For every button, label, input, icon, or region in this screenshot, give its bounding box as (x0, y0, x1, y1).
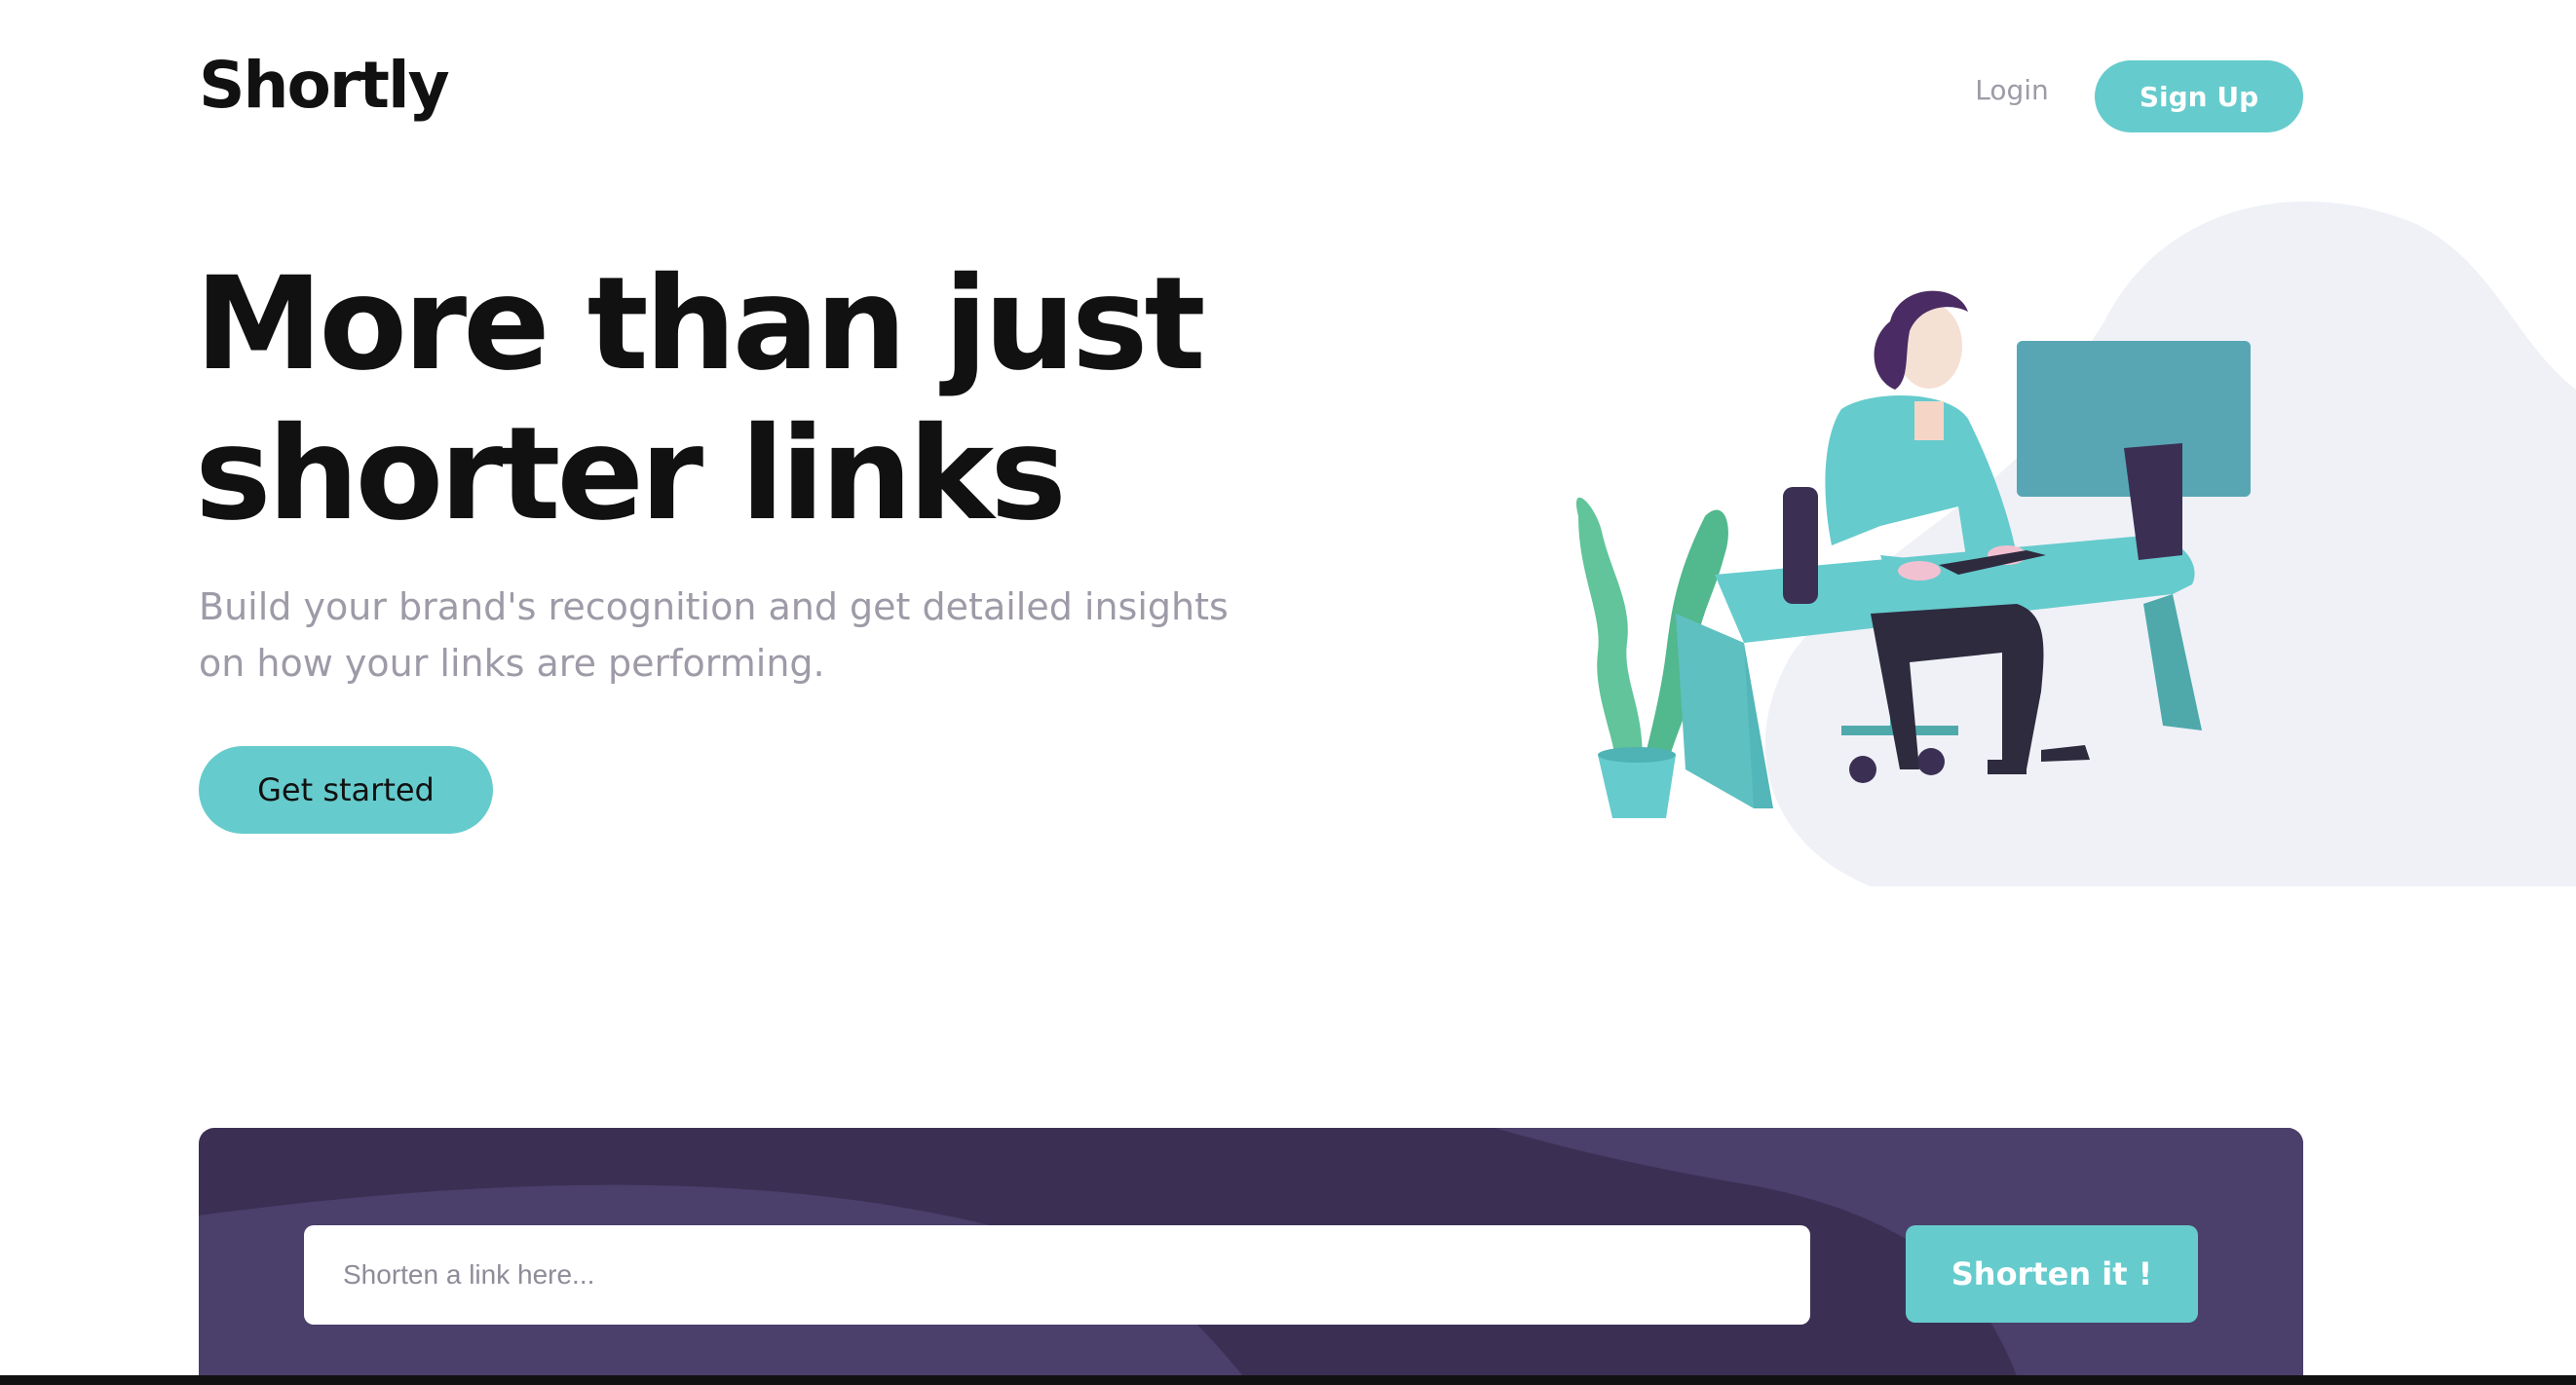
hero-title-line-2: shorter links (195, 399, 1067, 549)
person-working-illustration (1575, 201, 2576, 886)
hero-subtitle: Build your brand's recognition and get d… (199, 585, 1229, 685)
hero-title-line-1: More than just (195, 249, 1206, 399)
login-link[interactable]: Login (1968, 74, 2056, 106)
shorten-link-input[interactable] (304, 1225, 1810, 1325)
shorten-button[interactable]: Shorten it ! (1906, 1225, 2198, 1323)
get-started-button[interactable]: Get started (199, 746, 493, 834)
signup-button[interactable]: Sign Up (2095, 60, 2303, 132)
logo[interactable]: Shortly (199, 50, 450, 122)
hero-title: More than just shorter links (195, 249, 1461, 549)
bottom-edge-bar (0, 1375, 2576, 1385)
shorten-section: Shorten it ! (199, 1128, 2303, 1385)
